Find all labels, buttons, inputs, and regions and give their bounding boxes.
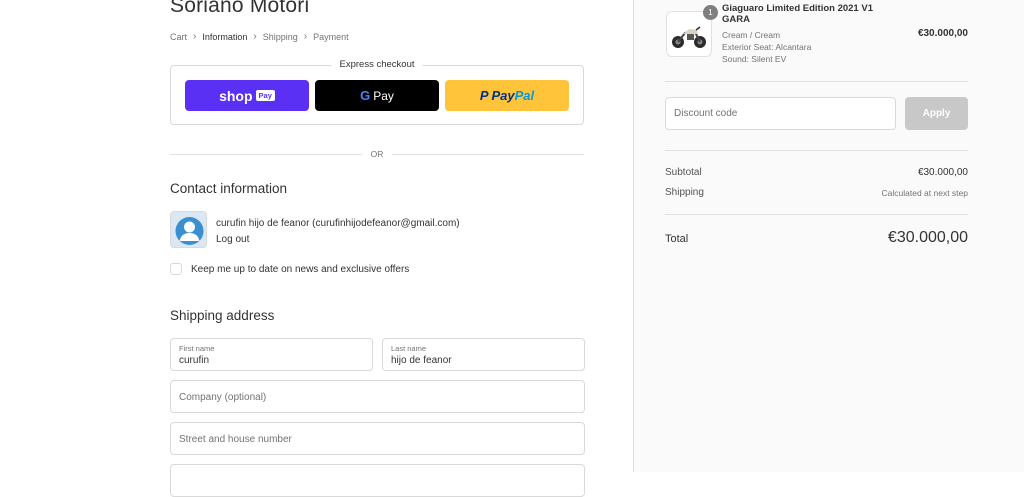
shipping-label: Shipping (665, 187, 704, 198)
breadcrumb-cart[interactable]: Cart (170, 32, 187, 42)
chevron-right-icon: › (193, 31, 197, 42)
avatar (170, 211, 207, 248)
street-field[interactable]: Street and house number (170, 422, 585, 455)
chevron-right-icon: › (303, 31, 308, 42)
subtotal-label: Subtotal (665, 167, 702, 178)
checkout-main: Soriano Motori Cart › Information › Ship… (0, 0, 633, 497)
breadcrumb-shipping: Shipping (262, 31, 298, 42)
breadcrumb-payment: Payment (313, 31, 349, 42)
street-placeholder: Street and house number (179, 434, 292, 445)
address-line-field[interactable] (170, 464, 585, 497)
company-field[interactable]: Company (optional) (170, 380, 585, 413)
paypal-logo-pay: Pay (491, 88, 515, 103)
chevron-right-icon: › (253, 31, 257, 42)
last-name-value: hijo de feanor (391, 355, 452, 366)
product-option-seat: Exterior Seat: Alcantara (722, 42, 812, 52)
divider-line (665, 81, 968, 82)
contact-email: curufin hijo de feanor (curufinhijodefea… (216, 218, 460, 229)
or-divider: OR (170, 148, 584, 160)
paypal-logo-pal: Pal (514, 88, 535, 103)
express-checkout-title: Express checkout (331, 59, 423, 70)
product-name: Giaguaro Limited Edition 2021 V1 GARA (722, 3, 873, 25)
shop-pay-logo: shop (219, 87, 253, 104)
total-label: Total (665, 233, 689, 245)
newsletter-checkbox[interactable] (170, 263, 182, 275)
divider-line (665, 150, 968, 151)
newsletter-label[interactable]: Keep me up to date on news and exclusive… (191, 264, 409, 275)
shop-pay-button[interactable]: shop Pay (185, 80, 309, 111)
first-name-field[interactable]: First name curufin (170, 338, 373, 371)
paypal-button[interactable]: P Pay Pal (445, 80, 569, 111)
company-placeholder: Company (optional) (179, 392, 267, 403)
contact-info-title: Contact information (170, 181, 288, 196)
quantity-badge: 1 (703, 5, 718, 20)
subtotal-value: €30.000,00 (917, 167, 968, 178)
first-name-label: First name (179, 344, 215, 353)
paypal-p-icon: P (479, 88, 489, 103)
apply-button[interactable]: Apply (905, 97, 968, 130)
discount-code-field[interactable] (665, 97, 896, 130)
total-value: €30.000,00 (887, 229, 968, 246)
last-name-field[interactable]: Last name hijo de feanor (382, 338, 585, 371)
breadcrumb-information: Information (202, 31, 248, 42)
google-pay-button[interactable]: G Pay (315, 80, 439, 111)
discount-code-input[interactable] (666, 98, 895, 129)
google-pay-label: Pay (373, 88, 394, 103)
breadcrumb: Cart › Information › Shipping › Payment (170, 31, 349, 42)
express-checkout: Express checkout shop Pay G Pay P Pay Pal (170, 59, 584, 125)
last-name-label: Last name (391, 344, 427, 353)
google-g-icon: G (360, 88, 371, 103)
product-variant: Cream / Cream (722, 30, 781, 40)
divider-line (392, 154, 584, 155)
logout-link[interactable]: Log out (216, 234, 249, 245)
shipping-address-title: Shipping address (170, 308, 275, 323)
user-avatar-icon (171, 212, 206, 247)
shipping-value: Calculated at next step (881, 188, 968, 198)
motorcycle-icon (672, 26, 706, 48)
first-name-value: curufin (179, 355, 210, 366)
shop-pay-badge: Pay (255, 90, 275, 101)
product-price: €30.000,00 (917, 28, 968, 39)
divider-line (665, 214, 968, 215)
product-option-sound: Sound: Silent EV (722, 54, 787, 64)
store-title[interactable]: Soriano Motori (170, 0, 309, 18)
